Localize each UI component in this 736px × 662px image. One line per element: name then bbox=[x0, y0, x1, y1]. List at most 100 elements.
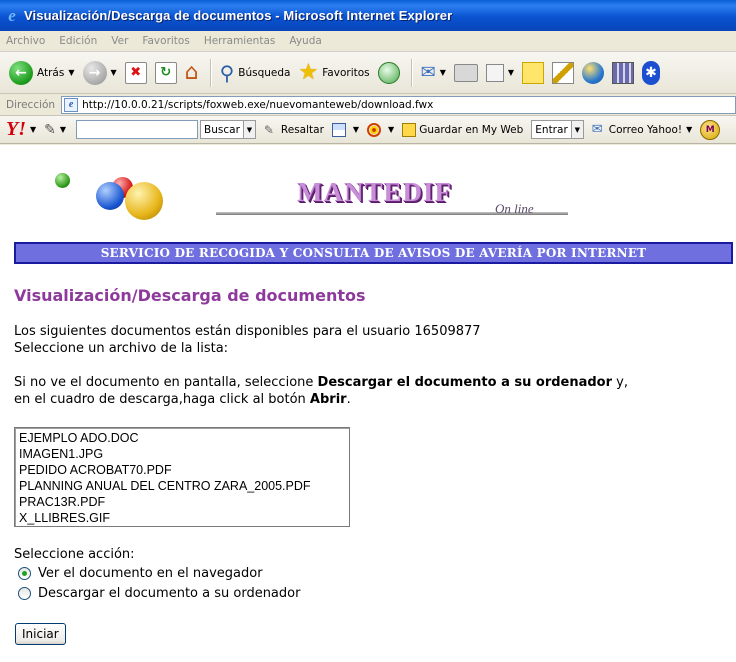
help-line-1: Si no ve el documento en pantalla, selec… bbox=[14, 375, 628, 390]
forward-button[interactable]: → ▼ bbox=[80, 56, 120, 90]
edit-button[interactable]: ▼ bbox=[483, 56, 517, 90]
mail-dropdown-icon[interactable]: ▼ bbox=[440, 68, 446, 77]
edit-dropdown-icon[interactable]: ▼ bbox=[508, 68, 514, 77]
pencil-dropdown-icon[interactable]: ▼ bbox=[60, 125, 66, 134]
envelope-icon: ✉ bbox=[591, 121, 603, 137]
login-dropdown-icon[interactable]: ▼ bbox=[571, 120, 584, 139]
menu-edicion[interactable]: Edición bbox=[59, 35, 97, 47]
messenger-button[interactable] bbox=[579, 56, 607, 90]
intro-line-1: Los siguientes documentos están disponib… bbox=[14, 324, 481, 339]
stop-button[interactable]: ✖ bbox=[122, 56, 150, 90]
download-option[interactable]: Descargar el documento a su ordenador bbox=[18, 586, 300, 601]
address-bar: Dirección e http://10.0.0.21/scripts/fox… bbox=[0, 94, 736, 116]
view-radio[interactable] bbox=[18, 567, 31, 580]
forward-arrow-icon: → bbox=[82, 60, 107, 85]
star-icon: ★ bbox=[298, 60, 319, 85]
pencil-button[interactable]: ✎ ▼ bbox=[44, 122, 66, 138]
login-button[interactable]: Entrar bbox=[531, 120, 572, 139]
intro-line-2: Seleccione un archivo de la lista: bbox=[14, 341, 229, 356]
back-button[interactable]: ← Atrás ▼ bbox=[6, 56, 78, 90]
action-label: Seleccione acción: bbox=[14, 547, 135, 562]
logo-text: MANTEDIF bbox=[297, 177, 452, 207]
edit-page-icon bbox=[485, 63, 504, 82]
yahoo-search-button[interactable]: Buscar bbox=[200, 120, 244, 139]
service-banner: SERVICIO DE RECOGIDA Y CONSULTA DE AVISO… bbox=[14, 242, 733, 264]
logo-online-text: On line bbox=[495, 201, 534, 216]
start-button[interactable]: Iniciar bbox=[15, 623, 66, 645]
mail-dropdown-icon[interactable]: ▼ bbox=[686, 125, 692, 134]
yahoo-search-dropdown-icon[interactable]: ▼ bbox=[243, 120, 256, 139]
yahoo-mail-button[interactable]: ✉ Correo Yahoo! ▼ bbox=[591, 121, 692, 137]
back-label: Atrás bbox=[37, 66, 65, 79]
bluetooth-icon: ✱ bbox=[642, 60, 661, 85]
yahoo-search-group: Buscar ▼ bbox=[74, 120, 256, 139]
refresh-button[interactable]: ↻ bbox=[152, 56, 180, 90]
history-button[interactable] bbox=[375, 56, 403, 90]
list-item[interactable]: PLANNING ANUAL DEL CENTRO ZARA_2005.PDF bbox=[19, 478, 345, 494]
history-icon bbox=[377, 61, 400, 84]
stop-icon: ✖ bbox=[124, 61, 147, 84]
toolbar-separator bbox=[410, 58, 412, 87]
yahoo-dropdown-icon[interactable]: ▼ bbox=[30, 125, 36, 134]
menu-ver[interactable]: Ver bbox=[111, 35, 128, 47]
standard-toolbar: ← Atrás ▼ → ▼ ✖ ↻ ⌂ ⚲ Búsqueda ★ Favorit… bbox=[0, 52, 736, 94]
menu-herramientas[interactable]: Herramientas bbox=[204, 35, 276, 47]
home-button[interactable]: ⌂ bbox=[182, 56, 202, 90]
page-content: MANTEDIF On line SERVICIO DE RECOGIDA Y … bbox=[0, 145, 736, 662]
save-my-web-label: Guardar en My Web bbox=[419, 123, 524, 136]
target-button[interactable]: ▼ bbox=[367, 122, 394, 137]
list-item[interactable]: X_LLIBRES.GIF bbox=[19, 510, 345, 526]
printer-icon bbox=[453, 63, 478, 82]
layout-button[interactable]: ▼ bbox=[331, 122, 359, 137]
favorites-label: Favoritos bbox=[322, 66, 370, 79]
list-item[interactable]: EJEMPLO ADO.DOC bbox=[19, 430, 345, 446]
view-option[interactable]: Ver el documento en el navegador bbox=[18, 566, 263, 581]
yahoo-search-input[interactable] bbox=[76, 120, 199, 139]
yahoo-logo-button[interactable]: Y! ▼ bbox=[6, 118, 36, 141]
download-option-label: Descargar el documento a su ordenador bbox=[38, 586, 301, 601]
menu-bar: Archivo Edición Ver Favoritos Herramient… bbox=[0, 31, 736, 52]
yahoo-toolbar: Y! ▼ ✎ ▼ Buscar ▼ ✎ Resaltar ▼ ▼ Guardar… bbox=[0, 116, 736, 144]
refresh-icon: ↻ bbox=[154, 61, 177, 84]
pencil-icon: ✎ bbox=[44, 121, 56, 138]
layout-dropdown-icon[interactable]: ▼ bbox=[353, 125, 359, 134]
intro-text: Los siguientes documentos están disponib… bbox=[14, 323, 481, 357]
messenger-badge-icon[interactable]: M bbox=[700, 119, 721, 140]
list-item[interactable]: PRAC13R.PDF bbox=[19, 494, 345, 510]
yahoo-mail-label: Correo Yahoo! bbox=[608, 123, 683, 136]
highlight-button[interactable]: ✎ Resaltar bbox=[264, 123, 324, 137]
address-label: Dirección bbox=[6, 98, 56, 111]
menu-favoritos[interactable]: Favoritos bbox=[142, 35, 189, 47]
bluetooth-button[interactable]: ✱ bbox=[639, 56, 663, 90]
window-titlebar: e Visualización/Descarga de documentos -… bbox=[0, 0, 736, 31]
print-button[interactable] bbox=[451, 56, 481, 90]
download-radio[interactable] bbox=[18, 587, 31, 600]
address-input[interactable]: e http://10.0.0.21/scripts/foxweb.exe/nu… bbox=[61, 95, 736, 114]
window-title: Visualización/Descarga de documentos - M… bbox=[24, 8, 453, 23]
page-icon: e bbox=[64, 97, 79, 112]
sticky-note-icon bbox=[522, 61, 545, 84]
file-listbox[interactable]: EJEMPLO ADO.DOC IMAGEN1.JPG PEDIDO ACROB… bbox=[14, 427, 350, 527]
target-dropdown-icon[interactable]: ▼ bbox=[388, 125, 394, 134]
mail-button[interactable]: ✉ ▼ bbox=[418, 56, 449, 90]
save-my-web-button[interactable]: Guardar en My Web bbox=[402, 122, 524, 137]
back-dropdown-icon[interactable]: ▼ bbox=[68, 68, 74, 77]
mail-icon: ✉ bbox=[420, 62, 436, 83]
internet-explorer-icon: e bbox=[8, 5, 16, 25]
search-button[interactable]: ⚲ Búsqueda bbox=[217, 56, 294, 90]
login-group: Entrar ▼ bbox=[531, 120, 584, 139]
forward-dropdown-icon[interactable]: ▼ bbox=[111, 68, 117, 77]
search-icon: ⚲ bbox=[219, 60, 235, 85]
notes-button[interactable] bbox=[519, 56, 547, 90]
favorites-button[interactable]: ★ Favoritos bbox=[296, 56, 373, 90]
menu-ayuda[interactable]: Ayuda bbox=[289, 35, 321, 47]
list-item[interactable]: PEDIDO ACROBAT70.PDF bbox=[19, 462, 345, 478]
discuss-button[interactable] bbox=[609, 56, 637, 90]
research-button[interactable] bbox=[549, 56, 577, 90]
menu-archivo[interactable]: Archivo bbox=[6, 35, 45, 47]
highlight-label: Resaltar bbox=[280, 123, 324, 136]
help-line-2: en el cuadro de descarga,haga click al b… bbox=[14, 392, 351, 407]
list-item[interactable]: IMAGEN1.JPG bbox=[19, 446, 345, 462]
target-icon bbox=[367, 122, 382, 137]
address-url: http://10.0.0.21/scripts/foxweb.exe/nuev… bbox=[82, 98, 434, 111]
